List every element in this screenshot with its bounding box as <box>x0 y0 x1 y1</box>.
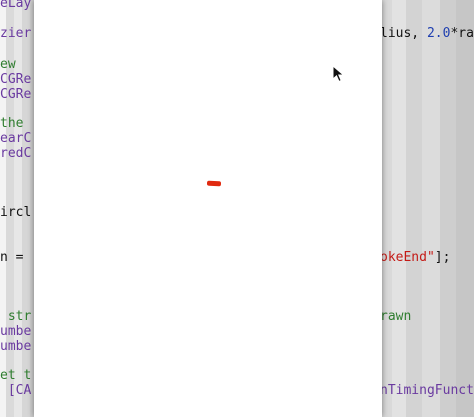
code-line: nTimingFuncti <box>382 383 474 398</box>
code-line: str <box>0 309 32 324</box>
code-editor-left-visible: eLay zier ew CGRe CGRe the earC redC irc… <box>0 0 34 417</box>
code-line: earC <box>0 131 32 146</box>
code-line: redC <box>0 146 32 161</box>
code-line: ew <box>0 57 16 72</box>
code-line: okeEnd"]; <box>382 250 451 265</box>
code-line: ircl <box>0 205 32 220</box>
code-line: umbe <box>0 324 32 339</box>
code-line: eLay <box>0 0 32 11</box>
code-line: umbe <box>0 339 32 354</box>
code-line: lius, 2.0*radi <box>382 26 474 41</box>
code-line: zier <box>0 26 32 41</box>
code-line: CGRe <box>0 87 32 102</box>
code-line: n = <box>0 250 24 265</box>
code-line: rawn <box>382 309 412 324</box>
code-line: the <box>0 116 24 131</box>
code-line: et t <box>0 368 32 383</box>
code-editor-right-visible: lius, 2.0*radi okeEnd"]; rawn nTimingFun… <box>382 0 474 417</box>
code-line: [CA <box>0 383 32 398</box>
red-stroke-shape <box>206 180 222 187</box>
code-line: CGRe <box>0 72 32 87</box>
mouse-pointer-icon <box>332 65 345 83</box>
animation-canvas[interactable] <box>34 0 382 417</box>
